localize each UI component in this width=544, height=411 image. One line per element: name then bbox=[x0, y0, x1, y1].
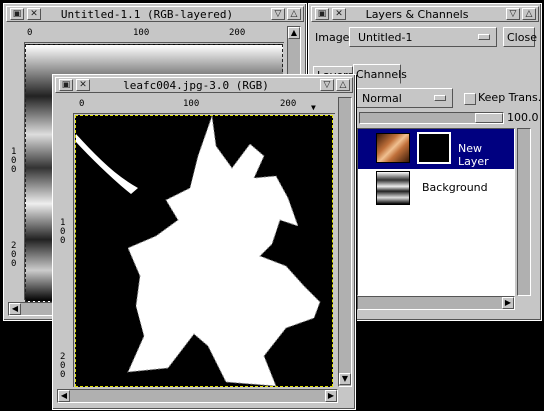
minimize-icon[interactable]: ▽ bbox=[320, 79, 334, 91]
minimize-icon[interactable]: ▽ bbox=[271, 8, 285, 20]
scroll-down-icon[interactable]: ▼ bbox=[339, 373, 351, 385]
layer-thumbnail bbox=[376, 171, 410, 205]
image-select[interactable]: Untitled-1 bbox=[349, 27, 497, 47]
dropdown-icon bbox=[478, 34, 490, 40]
ruler-tick-label: 100 bbox=[183, 99, 200, 109]
ruler-tick-label: 1 0 0 bbox=[60, 218, 66, 246]
image-canvas[interactable] bbox=[75, 115, 333, 387]
layer-thumbnail bbox=[376, 133, 410, 163]
layer-name: Background bbox=[422, 181, 488, 194]
scroll-left-icon[interactable]: ◀ bbox=[58, 390, 70, 402]
maximize-icon[interactable]: △ bbox=[522, 8, 536, 20]
layer-row-background[interactable]: Background bbox=[358, 169, 514, 207]
window-title: leafc004.jpg-3.0 (RGB) bbox=[123, 79, 269, 92]
leaf-titlebar[interactable]: ▣ ✕ leafc004.jpg-3.0 (RGB) ▽ △ bbox=[55, 77, 353, 93]
maximize-icon[interactable]: △ bbox=[287, 8, 301, 20]
scroll-left-icon[interactable]: ◀ bbox=[9, 303, 21, 315]
ruler-tick-label: 200 bbox=[229, 28, 246, 38]
close-button-label: Close bbox=[507, 31, 537, 44]
scroll-right-icon[interactable]: ▶ bbox=[502, 297, 514, 309]
layer-name: New Layer bbox=[458, 142, 489, 168]
layer-list-hscroll[interactable] bbox=[357, 296, 515, 310]
opacity-slider[interactable] bbox=[359, 112, 504, 124]
layers-titlebar[interactable]: ▣ ✕ Layers & Channels ▽ △ bbox=[311, 6, 539, 22]
window-title: Layers & Channels bbox=[365, 8, 469, 21]
layer-list-vscroll[interactable] bbox=[517, 128, 531, 296]
ruler-tick-label: 100 bbox=[133, 28, 150, 38]
leaf-image-window: ▣ ✕ leafc004.jpg-3.0 (RGB) ▽ △ 0 100 200… bbox=[52, 74, 356, 410]
image-label: Image: bbox=[315, 31, 354, 44]
ruler-tick-label: 2 0 0 bbox=[11, 241, 17, 269]
vertical-ruler[interactable]: 1 0 0 2 0 0 bbox=[57, 113, 74, 387]
window-menu-icon[interactable]: ▣ bbox=[59, 79, 73, 91]
close-button[interactable]: Close bbox=[503, 27, 537, 47]
horizontal-ruler[interactable]: 0 100 200 bbox=[24, 26, 284, 43]
keep-trans-checkbox[interactable] bbox=[464, 93, 476, 105]
vertical-ruler[interactable]: 1 0 0 2 0 0 bbox=[8, 42, 25, 300]
ruler-tick-label: 0 bbox=[27, 28, 33, 38]
dropdown-icon bbox=[434, 95, 446, 101]
minimize-icon[interactable]: ▽ bbox=[506, 8, 520, 20]
scroll-up-icon[interactable]: ▲ bbox=[288, 27, 300, 39]
tab-channels-label: Channels bbox=[356, 68, 407, 81]
scroll-right-icon[interactable]: ▶ bbox=[325, 390, 337, 402]
opacity-value: 100.0 bbox=[507, 111, 539, 124]
tab-channels[interactable]: Channels bbox=[353, 64, 407, 84]
keep-trans-label: Keep Trans. bbox=[478, 91, 542, 104]
ruler-tick-label: 200 bbox=[280, 99, 297, 109]
ruler-tick-label: 1 0 0 bbox=[11, 147, 17, 175]
layer-mask-thumbnail bbox=[417, 132, 451, 164]
image-select-value: Untitled-1 bbox=[358, 31, 413, 44]
pointer-marker-icon: ▼ bbox=[311, 103, 316, 112]
window-title: Untitled-1.1 (RGB-layered) bbox=[60, 8, 234, 21]
layer-row-new-layer[interactable]: New Layer bbox=[358, 129, 514, 169]
horizontal-ruler[interactable]: 0 100 200 ▼ bbox=[73, 97, 335, 114]
horizontal-scrollbar[interactable] bbox=[57, 389, 338, 403]
ruler-tick-label: 2 0 0 bbox=[60, 352, 66, 380]
opacity-slider-handle[interactable] bbox=[475, 113, 503, 123]
mode-select-value: Normal bbox=[362, 92, 402, 105]
leaf-selection-shape bbox=[76, 116, 332, 386]
mode-select[interactable]: Normal bbox=[355, 88, 453, 108]
maximize-icon[interactable]: △ bbox=[336, 79, 350, 91]
ruler-tick-label: 0 bbox=[79, 99, 85, 109]
vertical-scrollbar[interactable] bbox=[338, 97, 352, 387]
untitled-titlebar[interactable]: ▣ ✕ Untitled-1.1 (RGB-layered) ▽ △ bbox=[6, 6, 304, 22]
window-menu-icon[interactable]: ▣ bbox=[315, 8, 329, 20]
window-menu-icon[interactable]: ▣ bbox=[10, 8, 24, 20]
